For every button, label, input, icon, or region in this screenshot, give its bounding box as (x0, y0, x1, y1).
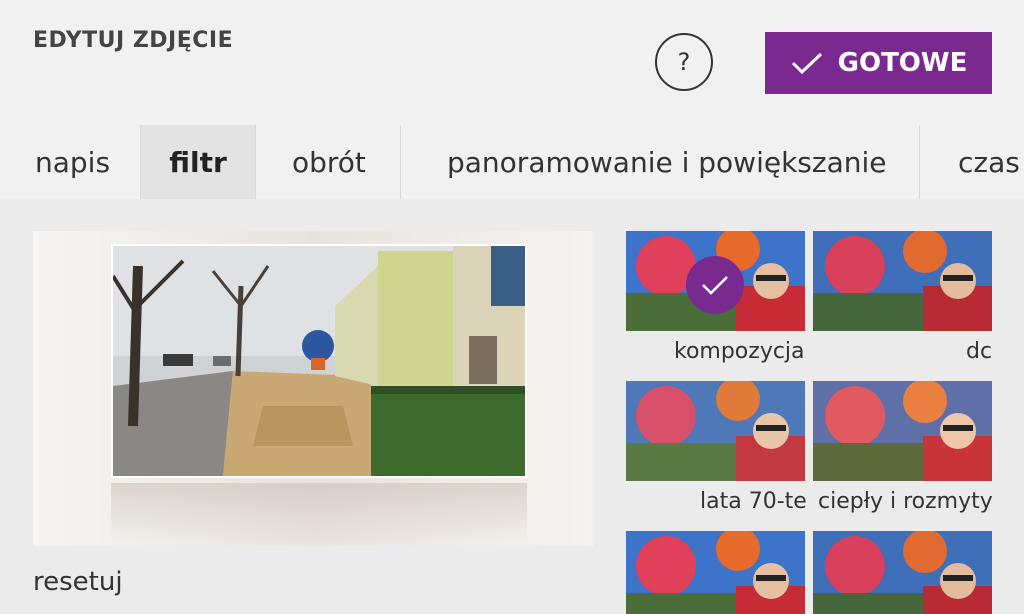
preview-reflection (111, 483, 527, 543)
app-header: EDYTUJ ZDJĘCIE ? GOTOWE (0, 0, 1024, 125)
photo-preview (33, 231, 593, 546)
filter-label: dc (966, 339, 993, 364)
filter-label: kompozycja (674, 339, 805, 364)
filter-label: lata 70-te (700, 489, 807, 514)
checkmark-icon (791, 52, 822, 75)
filter-thumb-kompozycja[interactable] (626, 231, 805, 331)
tab-separator (255, 125, 256, 199)
tab-separator (919, 125, 920, 199)
editor-content: resetuj kompozycja dc lata 70-te ciepły … (0, 199, 1024, 614)
filter-thumb-dc[interactable] (813, 231, 992, 331)
help-icon: ? (677, 48, 691, 76)
page-title: EDYTUJ ZDJĘCIE (33, 28, 234, 53)
tab-separator (400, 125, 401, 199)
selected-check-icon (686, 256, 744, 314)
done-button[interactable]: GOTOWE (765, 32, 992, 94)
tab-czas[interactable]: czas (958, 125, 1020, 199)
tab-obrot[interactable]: obrót (292, 125, 366, 199)
tab-napis[interactable]: napis (35, 125, 110, 199)
tab-filtr[interactable]: filtr (141, 125, 255, 199)
tab-panoramowanie[interactable]: panoramowanie i powiększanie (447, 125, 887, 199)
filter-thumb-lata-70-te[interactable] (626, 381, 805, 481)
preview-photo (111, 244, 527, 478)
help-button[interactable]: ? (655, 33, 713, 91)
filter-thumb[interactable] (626, 531, 805, 614)
reset-link[interactable]: resetuj (33, 567, 123, 597)
done-button-label: GOTOWE (837, 48, 968, 78)
filter-thumb-cieply-i-rozmyty[interactable] (813, 381, 992, 481)
tab-bar: napis filtr obrót panoramowanie i powięk… (0, 125, 1024, 199)
filter-label: ciepły i rozmyty (818, 489, 993, 514)
filter-thumb[interactable] (813, 531, 992, 614)
